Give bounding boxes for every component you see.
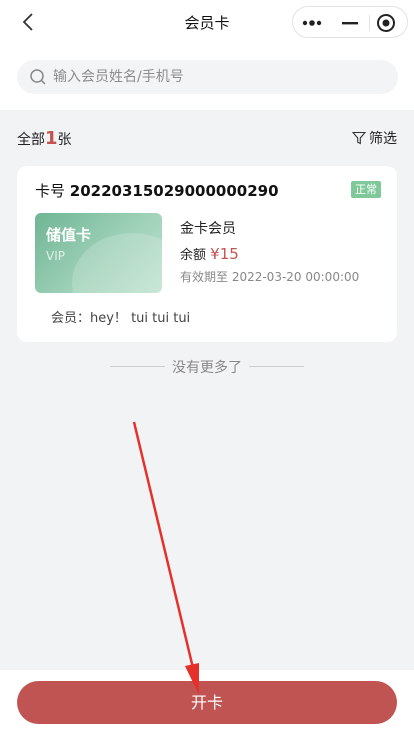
filter-label: 筛选: [369, 131, 397, 147]
card-number: 卡号 20220315029000000290: [35, 180, 279, 201]
balance-label: 余额: [180, 248, 207, 263]
minimize-icon[interactable]: [339, 12, 361, 34]
list-end-indicator: 没有更多了: [110, 357, 304, 376]
footer-bar: 开卡: [0, 670, 414, 736]
card-count: 1: [45, 128, 58, 149]
vip-tag: VIP: [46, 249, 65, 263]
open-card-button[interactable]: 开卡: [17, 681, 397, 724]
balance-value: ¥15: [210, 245, 239, 263]
card-number-value: 20220315029000000290: [69, 182, 279, 200]
card-thumbnail: 储值卡 VIP: [35, 213, 162, 293]
card-number-label: 卡号: [35, 182, 66, 200]
card-count-summary: 全部1张: [17, 128, 72, 149]
status-badge: 正常: [351, 181, 381, 198]
search-bar[interactable]: [17, 60, 398, 94]
member-level: 金卡会员: [180, 221, 236, 237]
member-note: 会员：hey！ tui tui tui: [51, 311, 191, 326]
filter-icon: [352, 131, 366, 145]
search-icon: [30, 69, 46, 85]
expiry-date: 有效期至 2022-03-20 00:00:00: [180, 270, 360, 284]
divider-right: [249, 366, 304, 367]
card-type: 储值卡: [46, 226, 92, 244]
navigation-bar: 会员卡: [0, 0, 414, 44]
summary-suffix: 张: [57, 132, 72, 148]
menu-capsule: [292, 6, 408, 38]
search-section: [0, 44, 414, 110]
more-dots-icon[interactable]: [301, 12, 323, 34]
card-info: 金卡会员 余额 ¥15 有效期至 2022-03-20 00:00:00: [180, 218, 359, 285]
filter-button[interactable]: 筛选: [352, 128, 397, 148]
search-input[interactable]: [53, 60, 383, 94]
list-end-text: 没有更多了: [172, 360, 242, 376]
member-card-item[interactable]: 卡号 20220315029000000290 正常 储值卡 VIP 金卡会员 …: [17, 166, 397, 342]
balance-row: 余额 ¥15: [180, 244, 359, 263]
capsule-divider: [369, 15, 370, 31]
target-icon[interactable]: [375, 12, 397, 34]
summary-prefix: 全部: [17, 132, 45, 148]
